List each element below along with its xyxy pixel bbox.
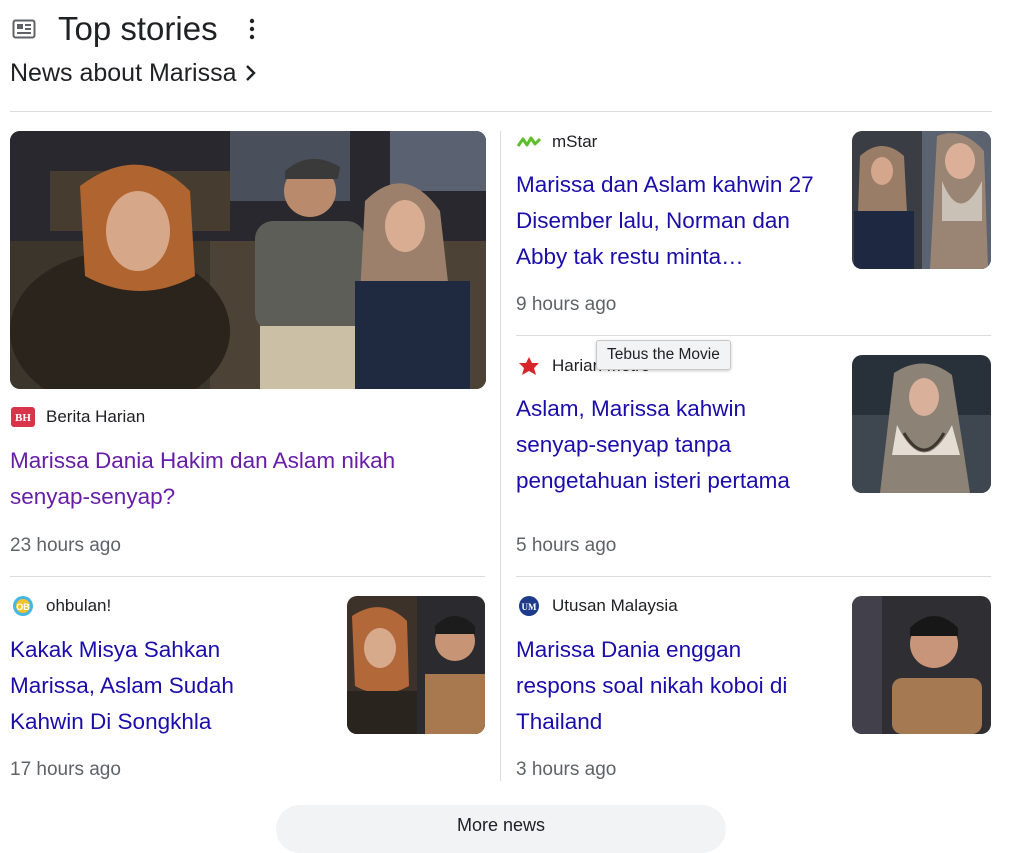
svg-text:UM: UM [522, 602, 537, 612]
harian-metro-logo [519, 357, 539, 375]
story-title-link[interactable]: Marissa Dania Hakim dan Aslam nikah seny… [10, 443, 450, 515]
utusan-logo: UM [519, 596, 539, 616]
story-title-link[interactable]: Aslam, Marissa kahwin senyap-senyap tanp… [516, 391, 821, 499]
source-name: ohbulan! [46, 596, 112, 615]
story-source: mStar [516, 131, 597, 153]
story-time: 5 hours ago [516, 535, 617, 556]
chevron-right-icon [246, 65, 257, 81]
story-time: 23 hours ago [10, 535, 121, 556]
berita-harian-logo: BH [11, 407, 35, 427]
divider [10, 111, 992, 112]
section-title: Top stories [58, 10, 218, 47]
svg-text:BH: BH [15, 412, 31, 424]
source-name: mStar [552, 132, 598, 151]
mstar-logo [516, 136, 542, 147]
source-name: Utusan Malaysia [552, 596, 678, 615]
story-image[interactable] [347, 596, 485, 734]
story-image[interactable] [852, 596, 991, 734]
divider [516, 335, 991, 336]
story-title-link[interactable]: Kakak Misya Sahkan Marissa, Aslam Sudah … [10, 632, 310, 740]
svg-text:OB: OB [16, 602, 30, 612]
tooltip: Tebus the Movie [596, 340, 731, 370]
story-title-link[interactable]: Marissa dan Aslam kahwin 27 Disember lal… [516, 167, 821, 275]
source-name: Berita Harian [46, 407, 146, 426]
story-time: 9 hours ago [516, 294, 617, 315]
story-image[interactable] [852, 355, 991, 493]
more-news-button[interactable]: More news [276, 805, 726, 853]
more-news-label: More news [456, 815, 546, 835]
news-icon [12, 19, 36, 39]
story-time: 3 hours ago [516, 759, 617, 780]
column-divider [500, 131, 501, 781]
divider [10, 576, 485, 577]
news-about-label: News about Marissa [10, 58, 237, 87]
news-about-link[interactable]: News about Marissa [10, 56, 258, 90]
story-source: UM Utusan Malaysia [516, 595, 678, 617]
story-source: OB ohbulan! [10, 595, 111, 617]
story-image[interactable] [852, 131, 991, 269]
story-time: 17 hours ago [10, 759, 121, 780]
divider [516, 576, 991, 577]
story-source: BH Berita Harian [10, 406, 145, 428]
story-image[interactable] [10, 131, 486, 389]
story-title-link[interactable]: Marissa Dania enggan respons soal nikah … [516, 632, 821, 740]
more-vert-icon[interactable] [242, 16, 262, 42]
ohbulan-logo: OB [13, 596, 33, 616]
